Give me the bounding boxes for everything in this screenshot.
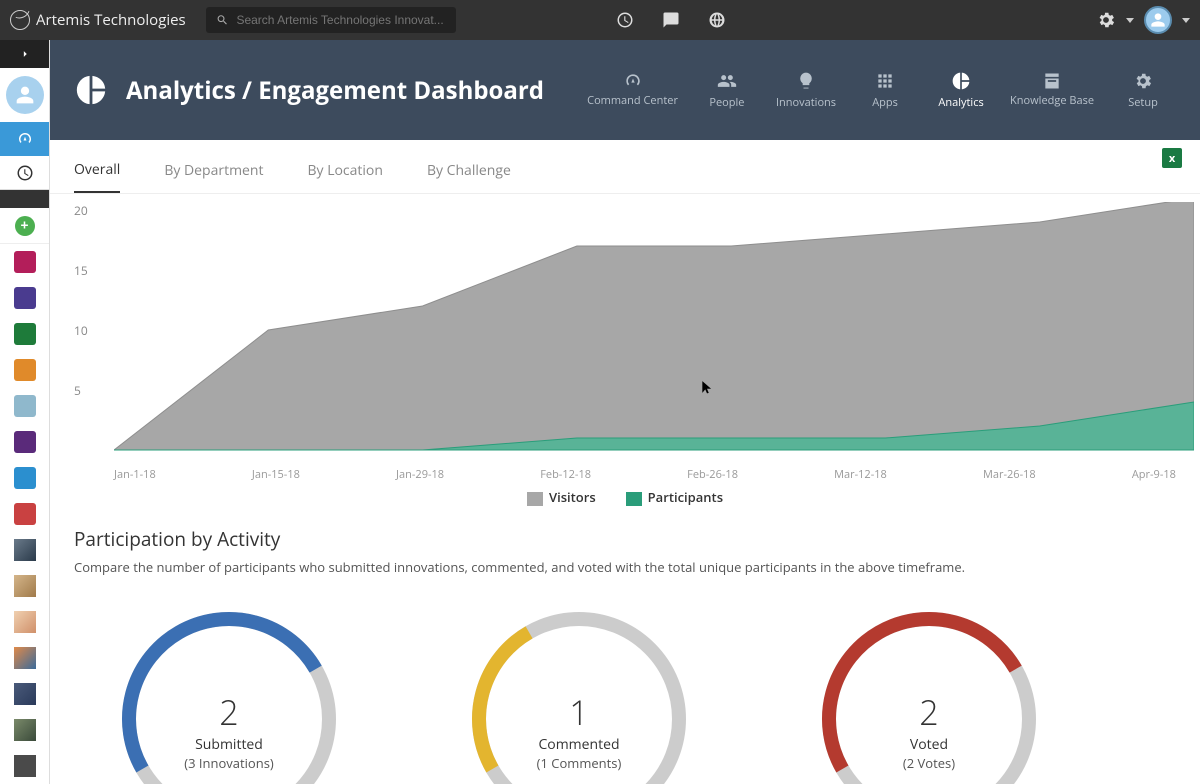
strip-chip-3[interactable]: [14, 323, 36, 345]
participation-ring: 2Voted(2 Votes): [814, 604, 1044, 754]
brand-logo-icon: [10, 10, 30, 30]
strip-chip-6[interactable]: [14, 431, 36, 453]
participation-title: Participation by Activity: [74, 526, 1176, 552]
strip-chip-2[interactable]: [14, 287, 36, 309]
page-header: Analytics / Engagement Dashboard Command…: [50, 40, 1200, 140]
settings-caret-icon[interactable]: [1126, 18, 1134, 23]
strip-chip-4[interactable]: [14, 359, 36, 381]
header-nav: Command Center People Innovations Apps A…: [587, 71, 1170, 110]
legend-participants: Participants: [626, 488, 723, 506]
strip-chip-5[interactable]: [14, 395, 36, 417]
globe-icon[interactable]: [708, 11, 726, 29]
participation-section: Participation by Activity Compare the nu…: [50, 516, 1200, 764]
strip-expand[interactable]: [0, 40, 49, 68]
strip-chip-8[interactable]: [14, 503, 36, 525]
chat-icon[interactable]: [662, 11, 680, 29]
y-axis: 20 15 10 5: [74, 202, 109, 462]
strip-thumb-2[interactable]: [14, 575, 36, 597]
user-avatar[interactable]: [1144, 6, 1172, 34]
chart-legend: Visitors Participants: [74, 488, 1176, 506]
strip-chip-1[interactable]: [14, 251, 36, 273]
tab-overall[interactable]: Overall: [74, 148, 120, 193]
legend-visitors: Visitors: [527, 488, 596, 506]
strip-thumb-6[interactable]: [14, 719, 36, 741]
nav-innovations[interactable]: Innovations: [776, 71, 836, 110]
search-input[interactable]: [236, 13, 445, 27]
x-axis: Jan-1-18 Jan-15-18 Jan-29-18 Feb-12-18 F…: [114, 467, 1176, 482]
top-icons: [616, 11, 726, 29]
nav-apps[interactable]: Apps: [858, 71, 912, 110]
strip-thumb-4[interactable]: [14, 647, 36, 669]
area-chart-svg: [114, 202, 1194, 462]
main: Analytics / Engagement Dashboard Command…: [50, 40, 1200, 784]
strip-dashboard[interactable]: [0, 122, 49, 156]
strip-add[interactable]: +: [0, 208, 49, 244]
strip-chip-7[interactable]: [14, 467, 36, 489]
topbar-right: [1096, 6, 1190, 34]
strip-divider: [0, 190, 49, 208]
strip-recent[interactable]: [0, 156, 49, 190]
search-icon: [216, 13, 229, 27]
nav-people[interactable]: People: [700, 71, 754, 110]
participation-rings: 2Submitted(3 Innovations) 1Commented(1 Co…: [74, 604, 1176, 754]
strip-thumb-1[interactable]: [14, 539, 36, 561]
page-title: Analytics / Engagement Dashboard: [126, 74, 544, 107]
tab-by-challenge[interactable]: By Challenge: [427, 149, 511, 192]
left-strip: +: [0, 40, 50, 784]
export-excel-button[interactable]: x: [1162, 148, 1182, 168]
nav-command-center[interactable]: Command Center: [587, 71, 678, 110]
scope-tabs: Overall By Department By Location By Cha…: [50, 140, 1200, 194]
clock-icon[interactable]: [616, 11, 634, 29]
gear-icon[interactable]: [1096, 10, 1116, 30]
search-box[interactable]: [206, 7, 456, 33]
strip-thumb-5[interactable]: [14, 683, 36, 705]
tab-by-location[interactable]: By Location: [308, 149, 383, 192]
tab-by-department[interactable]: By Department: [164, 149, 263, 192]
analytics-icon: [74, 73, 108, 107]
topbar: Artemis Technologies: [0, 0, 1200, 40]
nav-setup[interactable]: Setup: [1116, 71, 1170, 110]
participation-desc: Compare the number of participants who s…: [74, 558, 1176, 576]
participation-ring: 1Commented(1 Comments): [464, 604, 694, 754]
nav-knowledge-base[interactable]: Knowledge Base: [1010, 71, 1094, 110]
nav-analytics[interactable]: Analytics: [934, 71, 988, 110]
brand-name: Artemis Technologies: [36, 10, 186, 30]
user-caret-icon[interactable]: [1182, 18, 1190, 23]
participation-ring: 2Submitted(3 Innovations): [114, 604, 344, 754]
strip-thumb-3[interactable]: [14, 611, 36, 633]
strip-user-avatar[interactable]: [6, 76, 44, 114]
strip-thumb-7[interactable]: [14, 755, 36, 777]
engagement-chart: 20 15 10 5 Jan-1-18 Jan-15-18 Jan-29-18 …: [50, 194, 1200, 516]
brand[interactable]: Artemis Technologies: [10, 10, 186, 30]
plus-icon: +: [15, 216, 35, 236]
